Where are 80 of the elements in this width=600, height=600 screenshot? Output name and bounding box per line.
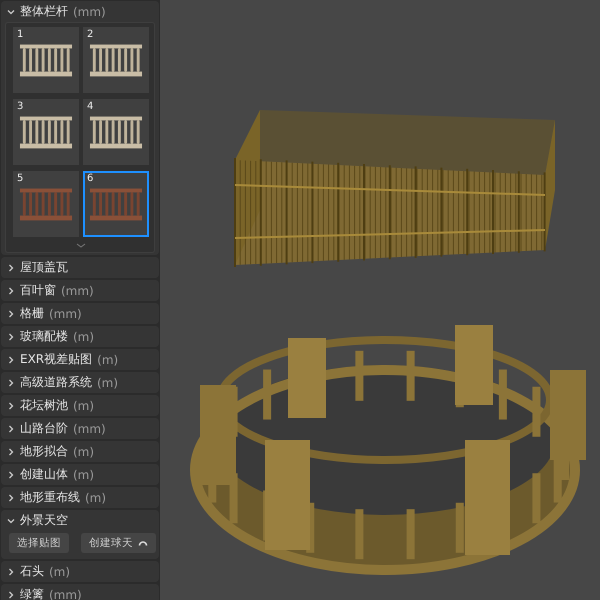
section-title: 整体栏杆 — [20, 3, 68, 20]
section-header[interactable]: 屋顶盖瓦 — [1, 257, 159, 278]
railing-thumbnail[interactable]: 2 — [83, 27, 149, 93]
chevron-right-icon — [7, 356, 15, 364]
section-header[interactable]: 地形拟合 (m) — [1, 441, 159, 462]
arc-icon — [138, 540, 148, 546]
unit-label: (m) — [73, 444, 94, 458]
section-title: 石头 — [20, 563, 44, 580]
panel-button[interactable]: 选择贴图 — [9, 533, 69, 553]
unit-label: (m) — [73, 398, 94, 412]
chevron-right-icon — [7, 378, 15, 386]
section-title: 地形重布线 — [20, 489, 80, 506]
section-header[interactable]: EXR视差贴图 (m) — [1, 349, 159, 370]
section-header[interactable]: 百叶窗 (mm) — [1, 280, 159, 301]
chevron-right-icon — [7, 470, 15, 478]
chevron-right-icon — [7, 286, 15, 294]
section-title: 百叶窗 — [20, 282, 56, 299]
thumbnail-number: 5 — [17, 173, 24, 184]
section-title: 花坛树池 — [20, 397, 68, 414]
chevron-down-icon[interactable] — [76, 243, 86, 248]
section-header[interactable]: 整体栏杆 (mm) — [1, 1, 159, 22]
panel-button[interactable]: 创建球天 — [81, 533, 156, 553]
chevron-right-icon — [7, 310, 15, 318]
chevron-right-icon — [7, 568, 15, 576]
section-header[interactable]: 山路台阶 (mm) — [1, 418, 159, 439]
section-title: 玻璃配楼 — [20, 328, 68, 345]
section-header[interactable]: 花坛树池 (m) — [1, 395, 159, 416]
chevron-right-icon — [7, 264, 15, 272]
railing-thumbnail[interactable]: 1 — [13, 27, 79, 93]
section-title: 山路台阶 — [20, 420, 68, 437]
unit-label: (mm) — [49, 306, 82, 320]
railing-drawing — [19, 42, 73, 78]
section-title: 绿篱 — [20, 586, 44, 600]
section-title: 创建山体 — [20, 466, 68, 483]
section-header[interactable]: 高级道路系统 (m) — [1, 372, 159, 393]
section-header[interactable]: 格栅 (mm) — [1, 303, 159, 324]
railing-drawing — [19, 114, 73, 150]
chevron-down-icon — [7, 516, 15, 524]
thumbnail-number: 4 — [87, 101, 94, 112]
unit-label: (m) — [85, 490, 106, 504]
section-title: 高级道路系统 — [20, 374, 92, 391]
unit-label: (m) — [73, 468, 94, 482]
unit-label: (mm) — [49, 588, 82, 600]
thumbnail-number: 3 — [17, 101, 24, 112]
section-header[interactable]: 玻璃配楼 (m) — [1, 326, 159, 347]
railing-thumbnail[interactable]: 6 — [83, 171, 149, 237]
section-header[interactable]: 外景天空 — [1, 510, 159, 531]
unit-label: (mm) — [73, 422, 106, 436]
unit-label: (mm) — [73, 4, 106, 18]
section-title: EXR视差贴图 — [20, 351, 92, 368]
section-title: 外景天空 — [20, 512, 68, 529]
section-header[interactable]: 地形重布线 (m) — [1, 487, 159, 508]
thumbnail-number: 2 — [87, 29, 94, 40]
section-header[interactable]: 石头 (m) — [1, 561, 159, 582]
chevron-right-icon — [7, 590, 15, 598]
chevron-down-icon — [7, 8, 15, 16]
unit-label: (m) — [97, 376, 118, 390]
chevron-right-icon — [7, 448, 15, 456]
unit-label: (mm) — [61, 284, 94, 298]
chevron-right-icon — [7, 494, 15, 502]
section-title: 地形拟合 — [20, 443, 68, 460]
unit-label: (m) — [73, 330, 94, 344]
railing-drawing — [89, 186, 143, 222]
chevron-right-icon — [7, 424, 15, 432]
section-header[interactable]: 创建山体 (m) — [1, 464, 159, 485]
railing-thumbnail[interactable]: 3 — [13, 99, 79, 165]
unit-label: (m) — [49, 564, 70, 578]
railing-drawing — [89, 42, 143, 78]
chevron-right-icon — [7, 332, 15, 340]
railing-drawing — [89, 114, 143, 150]
railing-drawing — [19, 186, 73, 222]
section-header[interactable]: 绿篱 (mm) — [1, 584, 159, 600]
railing-thumbnail[interactable]: 4 — [83, 99, 149, 165]
thumbnail-number: 6 — [87, 173, 94, 184]
thumbnail-number: 1 — [17, 29, 24, 40]
section-title: 屋顶盖瓦 — [20, 259, 68, 276]
railing-thumbnail[interactable]: 5 — [13, 171, 79, 237]
unit-label: (m) — [97, 352, 118, 366]
section-title: 格栅 — [20, 305, 44, 322]
chevron-right-icon — [7, 402, 15, 410]
